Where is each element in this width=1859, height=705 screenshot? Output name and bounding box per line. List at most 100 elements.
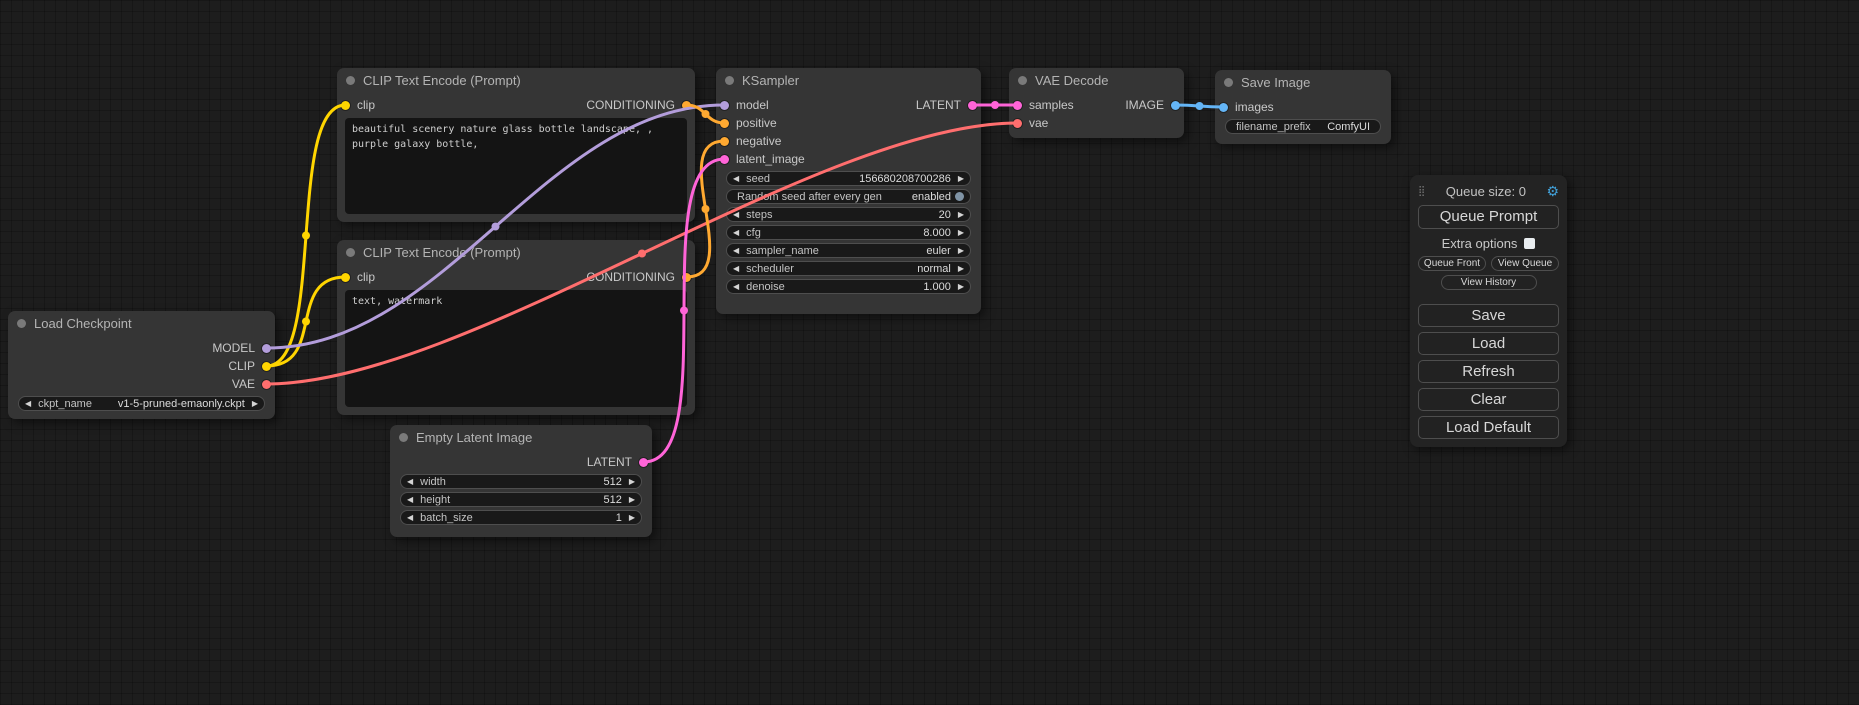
model-output-dot[interactable] — [262, 344, 271, 353]
node-header[interactable]: Load Checkpoint — [8, 311, 275, 335]
increment-arrow-icon[interactable]: ▶ — [958, 229, 964, 237]
node-empty-latent-image[interactable]: Empty Latent Image LATENT ◀ width 512 ▶ … — [390, 425, 652, 537]
load-default-button[interactable]: Load Default — [1418, 416, 1559, 439]
increment-arrow-icon[interactable]: ▶ — [629, 478, 635, 486]
decrement-arrow-icon[interactable]: ◀ — [733, 265, 739, 273]
output-slot-model[interactable]: MODEL — [212, 342, 271, 354]
latent-output-dot[interactable] — [639, 458, 648, 467]
widget-filename-prefix[interactable]: filename_prefix ComfyUI — [1225, 119, 1381, 134]
images-input-dot[interactable] — [1219, 103, 1228, 112]
queue-prompt-button[interactable]: Queue Prompt — [1418, 205, 1559, 229]
output-slot-conditioning[interactable]: CONDITIONING — [586, 271, 691, 283]
output-slot-clip[interactable]: CLIP — [228, 360, 271, 372]
input-slot-samples[interactable]: samples — [1013, 99, 1074, 111]
widget-width[interactable]: ◀ width 512 ▶ — [400, 474, 642, 489]
vae-output-dot[interactable] — [262, 380, 271, 389]
negative-input-dot[interactable] — [720, 137, 729, 146]
image-output-dot[interactable] — [1171, 101, 1180, 110]
drag-handle-icon[interactable]: ⣿ — [1418, 186, 1425, 197]
output-slot-latent[interactable]: LATENT — [916, 99, 977, 111]
node-load-checkpoint[interactable]: Load Checkpoint MODEL CLIP VAE — [8, 311, 275, 419]
node-header[interactable]: CLIP Text Encode (Prompt) — [337, 68, 695, 92]
increment-arrow-icon[interactable]: ▶ — [252, 400, 258, 408]
node-clip-text-encode-negative[interactable]: CLIP Text Encode (Prompt) clip CONDITION… — [337, 240, 695, 415]
collapse-dot-icon[interactable] — [346, 76, 355, 85]
node-header[interactable]: Save Image — [1215, 70, 1391, 94]
decrement-arrow-icon[interactable]: ◀ — [407, 514, 413, 522]
decrement-arrow-icon[interactable]: ◀ — [407, 478, 413, 486]
conditioning-output-dot[interactable] — [682, 101, 691, 110]
collapse-dot-icon[interactable] — [1224, 78, 1233, 87]
node-vae-decode[interactable]: VAE Decode samples IMAGE vae — [1009, 68, 1184, 138]
clear-button[interactable]: Clear — [1418, 388, 1559, 411]
widget-height[interactable]: ◀ height 512 ▶ — [400, 492, 642, 507]
input-slot-positive[interactable]: positive — [720, 117, 777, 129]
output-slot-image[interactable]: IMAGE — [1125, 99, 1180, 111]
node-clip-text-encode-positive[interactable]: CLIP Text Encode (Prompt) clip CONDITION… — [337, 68, 695, 222]
settings-gear-icon[interactable]: ⚙ — [1546, 184, 1559, 198]
input-slot-images[interactable]: images — [1219, 101, 1274, 113]
node-header[interactable]: CLIP Text Encode (Prompt) — [337, 240, 695, 264]
samples-input-dot[interactable] — [1013, 101, 1022, 110]
decrement-arrow-icon[interactable]: ◀ — [733, 211, 739, 219]
node-ksampler[interactable]: KSampler model LATENT positive — [716, 68, 981, 314]
input-slot-clip[interactable]: clip — [341, 99, 375, 111]
prompt-text-input[interactable]: beautiful scenery nature glass bottle la… — [345, 118, 687, 214]
latent-output-dot[interactable] — [968, 101, 977, 110]
clip-input-dot[interactable] — [341, 273, 350, 282]
load-button[interactable]: Load — [1418, 332, 1559, 355]
widget-batch-size[interactable]: ◀ batch_size 1 ▶ — [400, 510, 642, 525]
extra-options-checkbox[interactable] — [1524, 238, 1535, 249]
prompt-text-input[interactable]: text, watermark — [345, 290, 687, 407]
clip-input-dot[interactable] — [341, 101, 350, 110]
widget-ckpt-name[interactable]: ◀ ckpt_name v1-5-pruned-emaonly.ckpt ▶ — [18, 396, 265, 411]
model-input-dot[interactable] — [720, 101, 729, 110]
increment-arrow-icon[interactable]: ▶ — [629, 496, 635, 504]
node-header[interactable]: VAE Decode — [1009, 68, 1184, 92]
increment-arrow-icon[interactable]: ▶ — [958, 211, 964, 219]
conditioning-output-dot[interactable] — [682, 273, 691, 282]
collapse-dot-icon[interactable] — [399, 433, 408, 442]
positive-input-dot[interactable] — [720, 119, 729, 128]
widget-sampler-name[interactable]: ◀ sampler_name euler ▶ — [726, 243, 971, 258]
increment-arrow-icon[interactable]: ▶ — [958, 283, 964, 291]
widget-denoise[interactable]: ◀ denoise 1.000 ▶ — [726, 279, 971, 294]
collapse-dot-icon[interactable] — [725, 76, 734, 85]
node-header[interactable]: KSampler — [716, 68, 981, 92]
input-slot-clip[interactable]: clip — [341, 271, 375, 283]
toggle-knob[interactable] — [955, 192, 964, 201]
collapse-dot-icon[interactable] — [1018, 76, 1027, 85]
node-save-image[interactable]: Save Image images filename_prefix ComfyU… — [1215, 70, 1391, 144]
decrement-arrow-icon[interactable]: ◀ — [733, 283, 739, 291]
decrement-arrow-icon[interactable]: ◀ — [407, 496, 413, 504]
increment-arrow-icon[interactable]: ▶ — [958, 247, 964, 255]
widget-cfg[interactable]: ◀ cfg 8.000 ▶ — [726, 225, 971, 240]
widget-seed[interactable]: ◀ seed 156680208700286 ▶ — [726, 171, 971, 186]
increment-arrow-icon[interactable]: ▶ — [629, 514, 635, 522]
node-graph-canvas[interactable]: Load Checkpoint MODEL CLIP VAE — [0, 0, 1859, 705]
input-slot-negative[interactable]: negative — [720, 135, 781, 147]
output-slot-vae[interactable]: VAE — [232, 378, 271, 390]
increment-arrow-icon[interactable]: ▶ — [958, 175, 964, 183]
queue-front-button[interactable]: Queue Front — [1418, 256, 1486, 271]
decrement-arrow-icon[interactable]: ◀ — [733, 229, 739, 237]
view-queue-button[interactable]: View Queue — [1491, 256, 1559, 271]
vae-input-dot[interactable] — [1013, 119, 1022, 128]
decrement-arrow-icon[interactable]: ◀ — [733, 175, 739, 183]
input-slot-vae[interactable]: vae — [1013, 117, 1048, 129]
widget-random-seed-toggle[interactable]: Random seed after every gen enabled — [726, 189, 971, 204]
latent-image-input-dot[interactable] — [720, 155, 729, 164]
clip-output-dot[interactable] — [262, 362, 271, 371]
widget-scheduler[interactable]: ◀ scheduler normal ▶ — [726, 261, 971, 276]
output-slot-conditioning[interactable]: CONDITIONING — [586, 99, 691, 111]
decrement-arrow-icon[interactable]: ◀ — [25, 400, 31, 408]
input-slot-model[interactable]: model — [720, 99, 769, 111]
node-header[interactable]: Empty Latent Image — [390, 425, 652, 449]
output-slot-latent[interactable]: LATENT — [587, 456, 648, 468]
increment-arrow-icon[interactable]: ▶ — [958, 265, 964, 273]
view-history-button[interactable]: View History — [1441, 275, 1537, 290]
collapse-dot-icon[interactable] — [346, 248, 355, 257]
decrement-arrow-icon[interactable]: ◀ — [733, 247, 739, 255]
save-button[interactable]: Save — [1418, 304, 1559, 327]
collapse-dot-icon[interactable] — [17, 319, 26, 328]
